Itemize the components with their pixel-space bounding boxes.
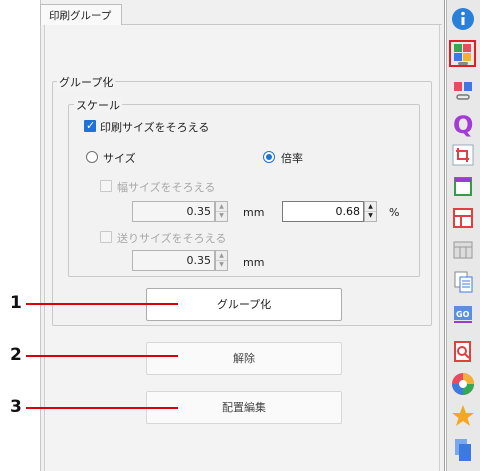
chevron-down-icon[interactable]: ▼ [216, 260, 227, 269]
feed-size-input[interactable]: 0.35 [132, 250, 215, 271]
width-size-input[interactable]: 0.35 [132, 201, 215, 222]
copy-icon [454, 271, 472, 292]
star-icon [451, 404, 474, 426]
chevron-down-icon[interactable]: ▼ [216, 211, 227, 220]
crop-icon [452, 144, 473, 165]
release-button[interactable]: 解除 [146, 342, 342, 375]
svg-text:Q: Q [453, 111, 473, 137]
color-wheel-icon [451, 372, 474, 395]
toolbar-copy[interactable] [449, 268, 476, 295]
size-radio[interactable] [86, 151, 98, 163]
match-print-size-label: 印刷サイズをそろえる [100, 121, 210, 134]
print-group-icon [453, 43, 471, 65]
pages-icon [454, 438, 471, 461]
svg-text:GO: GO [456, 310, 470, 319]
match-feed-checkbox[interactable] [100, 231, 112, 243]
ratio-radio-label: 倍率 [281, 152, 303, 165]
tab-divider [122, 24, 442, 25]
callout-number-2: 2 [10, 345, 22, 365]
toolbar-layout[interactable] [449, 204, 476, 231]
ratio-unit-label: % [389, 206, 400, 219]
toolbar-document-search[interactable] [449, 338, 476, 365]
toolbar-crop[interactable] [449, 141, 476, 168]
match-width-label: 幅サイズをそろえる [117, 181, 216, 194]
callout-number-1: 1 [10, 293, 22, 313]
width-unit-label: mm [243, 206, 265, 219]
width-size-stepper[interactable]: ▲ ▼ [215, 201, 228, 222]
quality-icon: Q [453, 111, 473, 137]
toolbar-quality[interactable]: Q [449, 110, 476, 137]
toolbar-print-group[interactable] [449, 40, 476, 67]
grouping-legend: グループ化 [57, 74, 116, 90]
layout-icon [452, 207, 473, 228]
toolbar-pages[interactable] [449, 436, 476, 463]
toolbar-color-wheel[interactable] [449, 370, 476, 397]
callout-line-3 [26, 407, 178, 409]
size-radio-label: サイズ [103, 152, 136, 165]
toolbar-table[interactable] [449, 236, 476, 263]
toolbar-star[interactable] [449, 402, 476, 429]
chevron-down-icon[interactable]: ▼ [365, 211, 376, 220]
callout-line-2 [26, 355, 178, 357]
callout-number-3: 3 [10, 397, 22, 417]
callout-line-1 [26, 303, 178, 305]
table-icon [453, 241, 472, 258]
document-search-icon [453, 340, 471, 362]
top-margin-icon [453, 176, 472, 196]
match-width-checkbox[interactable] [100, 180, 112, 192]
toolbar-top-margin[interactable] [449, 172, 476, 199]
feed-size-stepper[interactable]: ▲ ▼ [215, 250, 228, 271]
link-group-icon [453, 81, 472, 100]
ratio-stepper[interactable]: ▲ ▼ [364, 201, 377, 222]
info-icon [451, 7, 474, 30]
feed-unit-label: mm [243, 256, 265, 269]
tab-print-group-label: 印刷グループ [49, 10, 112, 22]
toolbar-go[interactable]: GO [449, 300, 476, 327]
match-feed-label: 送りサイズをそろえる [117, 232, 227, 245]
match-print-size-checkbox[interactable] [84, 119, 96, 132]
ratio-input[interactable]: 0.68 [282, 201, 364, 222]
ratio-radio[interactable] [263, 151, 275, 163]
scale-legend: スケール [74, 97, 122, 113]
go-icon: GO [453, 305, 472, 323]
toolbar-info[interactable] [449, 5, 476, 32]
toolbar-link-group[interactable] [449, 77, 476, 104]
